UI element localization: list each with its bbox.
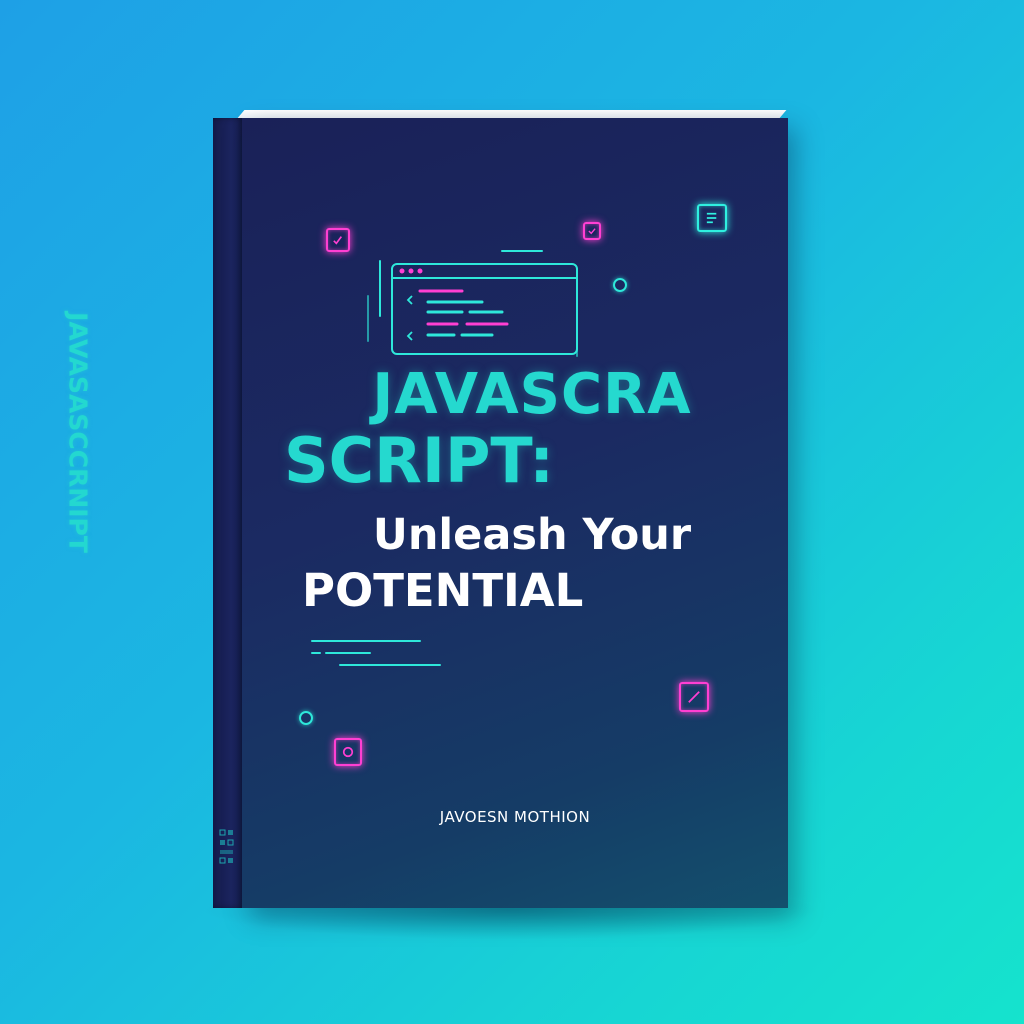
circle-icon xyxy=(299,711,313,725)
book-subtitle-line-2: POTENTIAL xyxy=(302,564,584,617)
code-window-icon xyxy=(367,250,578,357)
target-box-icon xyxy=(334,738,362,766)
book-cover: JAVASCRA SCRIPT: Unleash Your POTENTIAL … xyxy=(242,118,788,908)
checkbox-icon xyxy=(326,228,350,252)
book-subtitle-line-1: Unleash Your xyxy=(372,510,692,560)
checkbox-icon xyxy=(583,222,601,240)
list-box-icon xyxy=(697,204,727,232)
publisher-mark-icon xyxy=(219,828,235,872)
spine-title: JAVASASCCRNIPT xyxy=(63,312,93,553)
scene: { "book": { "title_line_1": "JAVASCRA", … xyxy=(0,0,1024,1024)
book-author: JAVOESN MOTHION xyxy=(439,808,591,826)
book-spine: JAVASASCCRNIPT xyxy=(64,118,243,908)
book-title-line-1: JAVASCRA xyxy=(372,362,692,427)
slash-box-icon xyxy=(679,682,709,712)
book-title-line-2: SCRIPT: xyxy=(284,424,555,497)
circle-icon xyxy=(613,278,627,292)
spine-title-wrapper: JAVASASCCRNIPT xyxy=(64,118,243,908)
decorative-lines xyxy=(311,640,441,666)
